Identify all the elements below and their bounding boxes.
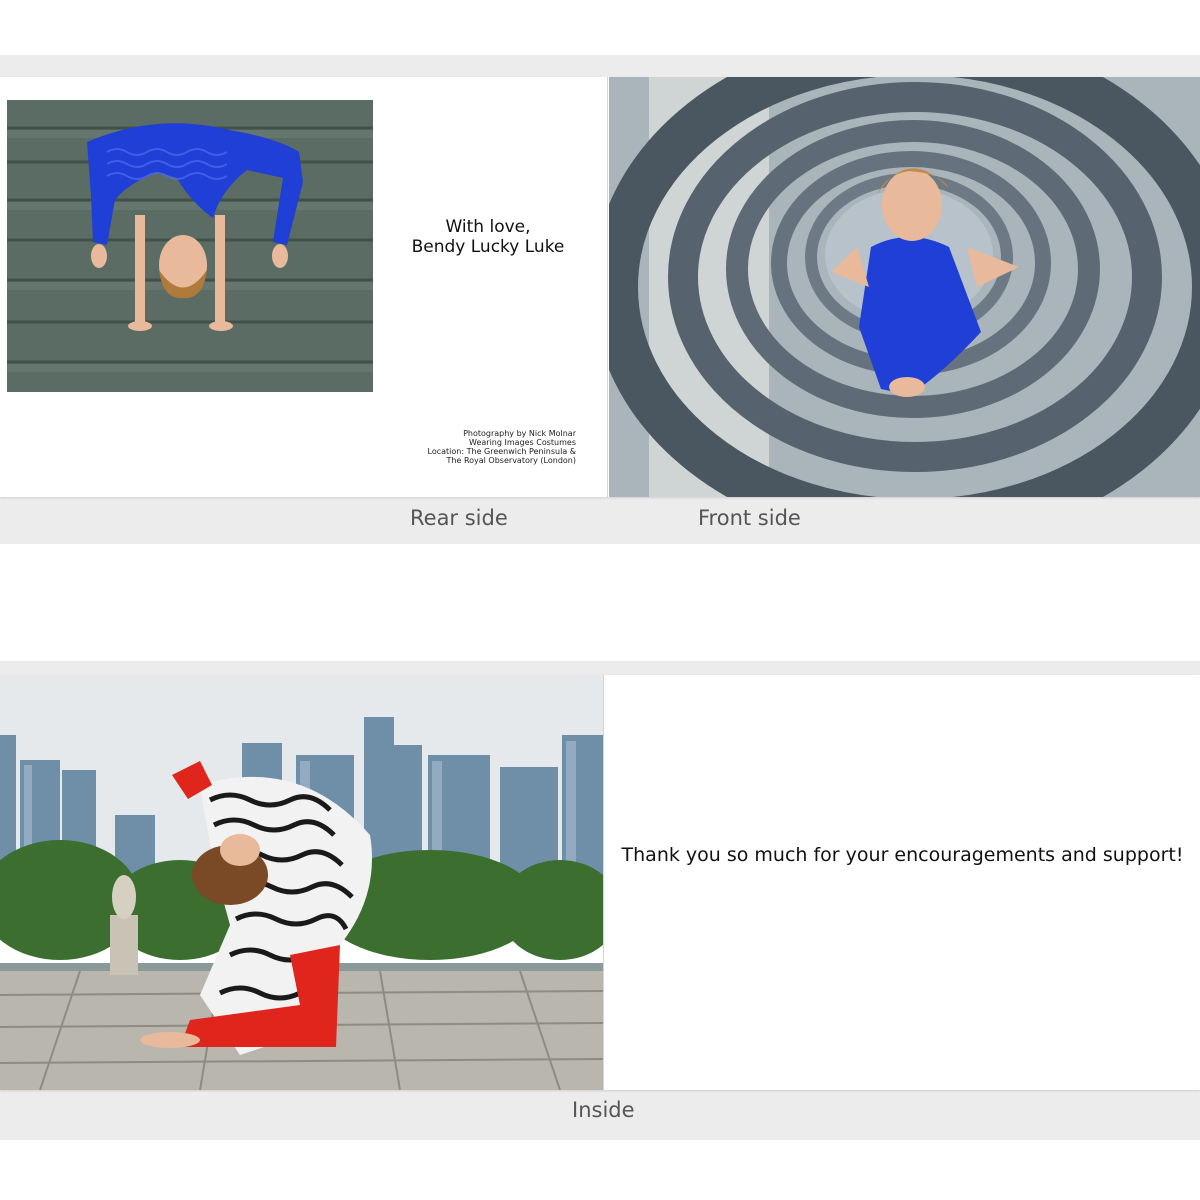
photo-credits: Photography by Nick Molnar Wearing Image… [428, 429, 576, 465]
spine-divider [607, 77, 608, 497]
credit-line: The Royal Observatory (London) [446, 456, 576, 465]
inside-spread[interactable]: Thank you so much for your encouragement… [0, 675, 1200, 1090]
cover-spread[interactable]: With love, Bendy Lucky Luke Photography … [0, 77, 1200, 497]
inside-label: Inside [572, 1098, 635, 1122]
inside-message: Thank you so much for your encouragement… [621, 844, 1184, 866]
rear-message-line: With love, [445, 217, 531, 237]
rear-message: With love, Bendy Lucky Luke [400, 217, 576, 257]
rear-side-label: Rear side [410, 506, 508, 530]
rear-photo [7, 100, 373, 392]
credit-line: Location: The Greenwich Peninsula & [427, 447, 576, 456]
inside-photo [0, 675, 603, 1090]
front-side-label: Front side [698, 506, 801, 530]
rear-message-line: Bendy Lucky Luke [411, 237, 565, 257]
credit-line: Photography by Nick Molnar [463, 429, 576, 438]
inside-fold-divider [603, 675, 604, 1090]
front-photo [609, 77, 1200, 497]
credit-line: Wearing Images Costumes [469, 438, 576, 447]
